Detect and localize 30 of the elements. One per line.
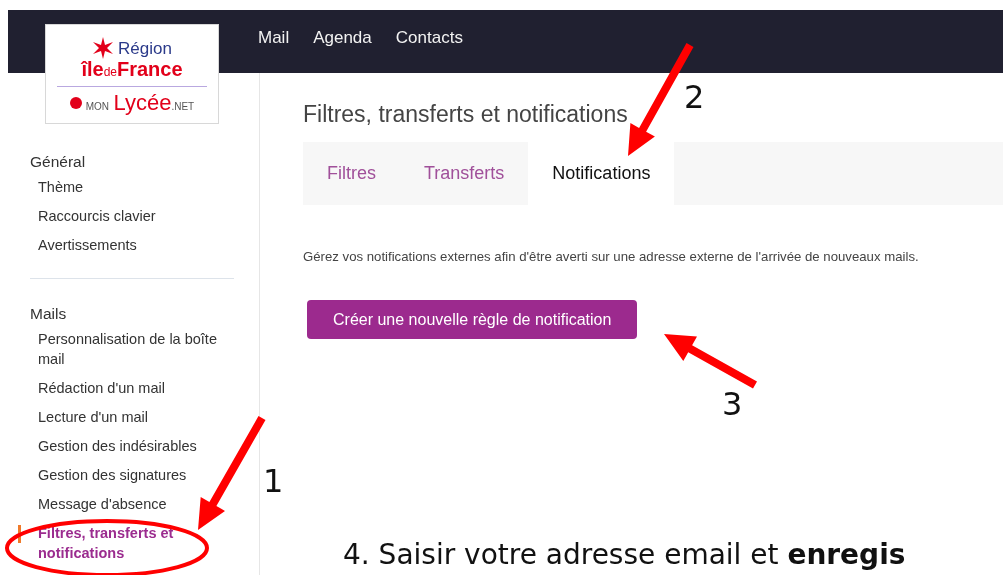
tab[interactable]: Transferts: [400, 142, 529, 205]
sidebar-item[interactable]: Personnalisation de la boîte mail: [30, 329, 236, 369]
nav-link[interactable]: Contacts: [383, 27, 475, 56]
sidebar-item[interactable]: Filtres, transferts et notifications: [30, 523, 236, 563]
section-title: Général: [30, 153, 87, 171]
sidebar-item[interactable]: Avertissements: [30, 235, 236, 255]
nav-link[interactable]: Agenda: [301, 27, 384, 56]
page-title: Filtres, transferts et notifications: [303, 101, 629, 128]
sidebar-item[interactable]: Message d'absence: [30, 494, 236, 514]
active-indicator: [18, 525, 21, 543]
create-rule-button[interactable]: Créer une nouvelle règle de notification: [307, 300, 638, 339]
sidebar-item[interactable]: Raccourcis clavier: [30, 206, 236, 226]
step-number: 3: [722, 385, 743, 423]
step-number: 1: [263, 462, 284, 500]
logo-text: MON Lycée.NET: [85, 92, 195, 114]
caption: 4. Saisir votre adresse email et enregis: [343, 538, 906, 571]
sidebar-item[interactable]: Rédaction d'un mail: [30, 378, 236, 398]
step-number: 2: [684, 78, 705, 116]
sidebar-item[interactable]: Thème: [30, 177, 236, 197]
sidebar-item[interactable]: Gestion des signatures: [30, 465, 236, 485]
logo-text: îledeFrance: [81, 59, 183, 80]
section-title: Mails: [30, 305, 68, 323]
logo-text: Région: [118, 39, 172, 57]
sidebar-item[interactable]: Gestion des indésirables: [30, 436, 236, 456]
tab[interactable]: Filtres: [303, 142, 400, 205]
nav-link[interactable]: Mail: [246, 27, 302, 56]
tab[interactable]: Notifications: [528, 142, 675, 205]
description: Gérez vos notifications externes afin d'être averti sur une adresse externe de l'arrivée de nouveaux mails.: [303, 249, 920, 264]
sidebar-item[interactable]: Lecture d'un mail: [30, 407, 236, 427]
star-icon: [92, 37, 115, 59]
